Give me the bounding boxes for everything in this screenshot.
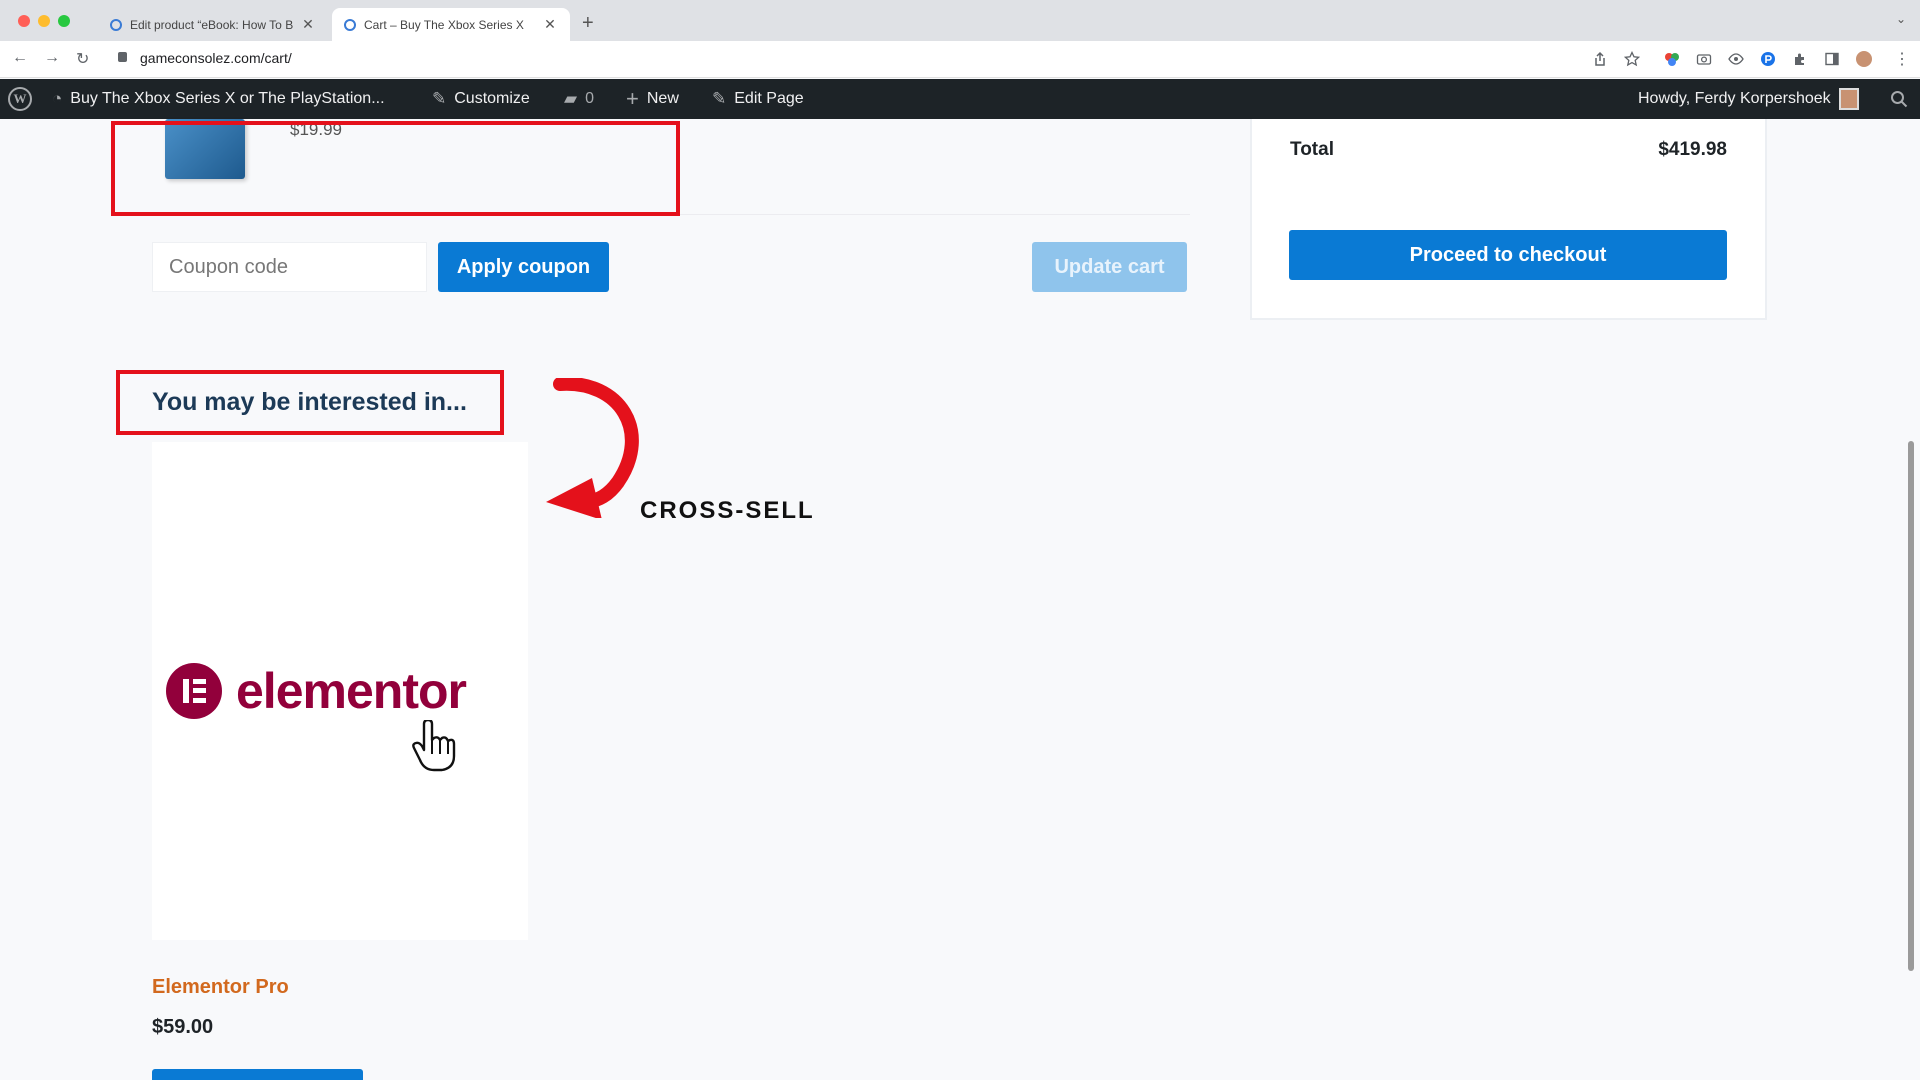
minimize-window-button[interactable] xyxy=(38,15,50,27)
reload-icon[interactable]: ↻ xyxy=(76,49,89,69)
lock-icon xyxy=(118,52,127,62)
page-scrollbar[interactable] xyxy=(1908,441,1914,971)
update-cart-button[interactable]: Update cart xyxy=(1032,242,1187,292)
elementor-logo-icon xyxy=(166,663,222,719)
total-label: Total xyxy=(1290,139,1334,160)
tab-cart[interactable]: Cart – Buy The Xbox Series X ✕ xyxy=(332,8,570,41)
tab-title: Edit product “eBook: How To B xyxy=(130,17,294,32)
curved-arrow-icon xyxy=(546,378,639,518)
comment-bubble-icon: ▰ xyxy=(564,89,578,108)
new-content-menu[interactable]: + New xyxy=(626,79,679,119)
coupon-code-input[interactable] xyxy=(152,242,427,292)
tab-title: Cart – Buy The Xbox Series X xyxy=(364,17,524,32)
wp-logo-menu[interactable]: W xyxy=(8,79,32,119)
forward-arrow-icon[interactable]: → xyxy=(44,49,60,67)
browser-menu-icon[interactable]: ⋮ xyxy=(1894,49,1910,69)
site-name-label: Buy The Xbox Series X or The PlayStation… xyxy=(70,90,385,107)
close-window-button[interactable] xyxy=(18,15,30,27)
highlight-box-cross-sells xyxy=(116,370,504,435)
new-label: New xyxy=(646,90,679,107)
total-value: $419.98 xyxy=(1658,139,1727,160)
elementor-logo-wordmark: elementor xyxy=(236,663,467,719)
search-icon xyxy=(1891,91,1908,108)
hand-pointer-cursor-icon xyxy=(412,720,456,772)
extension-eye-icon[interactable] xyxy=(1728,51,1744,67)
customize-label: Customize xyxy=(454,90,530,107)
admin-search-button[interactable] xyxy=(1890,79,1908,119)
tab-close-icon[interactable]: ✕ xyxy=(542,16,558,33)
maximize-window-button[interactable] xyxy=(58,15,70,27)
browser-tab-bar: Edit product “eBook: How To B ✕ Cart – B… xyxy=(0,0,1920,41)
edit-page-label: Edit Page xyxy=(734,90,804,107)
site-favicon-icon xyxy=(344,18,356,31)
paintbrush-icon: ✎ xyxy=(432,89,447,108)
pencil-icon: ✎ xyxy=(712,89,727,108)
wp-admin-bar: W ◔ Buy The Xbox Series X or The PlaySta… xyxy=(0,79,1920,119)
add-to-cart-button[interactable] xyxy=(152,1069,363,1080)
apply-coupon-button[interactable]: Apply coupon xyxy=(438,242,609,292)
cross-sell-product-name[interactable]: Elementor Pro xyxy=(152,976,289,999)
comments-link[interactable]: ▰ 0 xyxy=(564,79,594,119)
share-icon[interactable] xyxy=(1592,51,1608,67)
edit-page-link[interactable]: ✎ Edit Page xyxy=(712,79,804,119)
highlight-box-cart-item xyxy=(111,121,680,216)
plus-icon: + xyxy=(626,86,639,111)
side-panel-icon[interactable] xyxy=(1824,51,1840,67)
tab-list-chevron-icon[interactable]: ⌄ xyxy=(1896,12,1906,26)
my-account-menu[interactable]: Howdy, Ferdy Korpershoek xyxy=(1638,79,1859,119)
new-tab-button[interactable]: + xyxy=(582,12,594,35)
puzzle-extensions-icon[interactable] xyxy=(1792,51,1808,67)
wordpress-logo-icon: W xyxy=(8,87,32,111)
howdy-label: Howdy, Ferdy Korpershoek xyxy=(1638,90,1831,107)
profile-avatar-icon[interactable] xyxy=(1856,51,1872,67)
cross-sell-annotation-label: CROSS-SELL xyxy=(640,497,815,524)
extension-colorful-icon[interactable] xyxy=(1664,51,1680,67)
comments-count: 0 xyxy=(585,90,594,107)
site-name-menu[interactable]: ◔ Buy The Xbox Series X or The PlayStati… xyxy=(52,79,385,119)
user-avatar xyxy=(1838,88,1859,110)
customize-link[interactable]: ✎ Customize xyxy=(432,79,530,119)
extension-blue-icon[interactable] xyxy=(1760,51,1776,67)
browser-toolbar: ← → ↻ gameconsolez.com/cart/ ⋮ xyxy=(0,41,1920,78)
bookmark-star-icon[interactable] xyxy=(1624,51,1640,67)
elementor-product-image[interactable]: elementor xyxy=(166,662,467,720)
dashboard-icon: ◔ xyxy=(52,89,63,108)
tab-edit-product[interactable]: Edit product “eBook: How To B ✕ xyxy=(98,8,328,41)
site-favicon-icon xyxy=(110,18,122,31)
address-bar[interactable]: gameconsolez.com/cart/ xyxy=(140,50,292,66)
camera-icon[interactable] xyxy=(1696,51,1712,67)
cross-sell-product-price: $59.00 xyxy=(152,1016,214,1038)
proceed-to-checkout-button[interactable]: Proceed to checkout xyxy=(1289,230,1727,280)
tab-close-icon[interactable]: ✕ xyxy=(300,16,316,33)
back-arrow-icon[interactable]: ← xyxy=(12,49,28,67)
